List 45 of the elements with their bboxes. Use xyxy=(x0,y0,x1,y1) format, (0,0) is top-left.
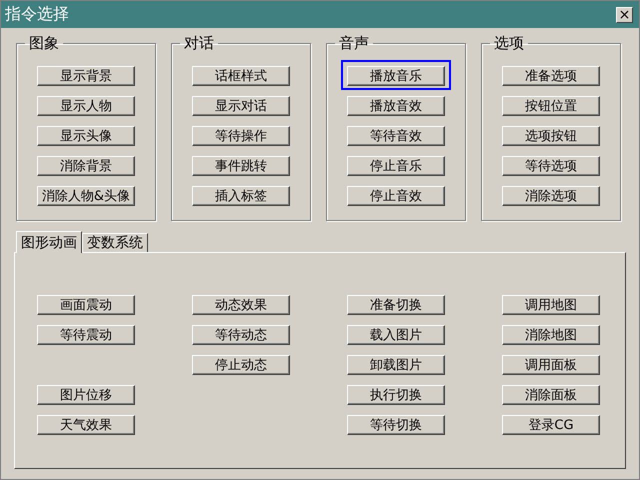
close-button[interactable]: × xyxy=(616,6,633,22)
command-button[interactable]: 显示头像 xyxy=(37,126,135,146)
command-button[interactable]: 等待选项 xyxy=(502,156,600,176)
command-button[interactable]: 图片位移 xyxy=(37,385,135,405)
command-button[interactable]: 画面震动 xyxy=(37,295,135,315)
command-button[interactable]: 播放音乐 xyxy=(347,66,445,86)
command-button[interactable]: 按钮位置 xyxy=(502,96,600,116)
command-button[interactable]: 消除面板 xyxy=(502,385,600,405)
command-button[interactable]: 载入图片 xyxy=(347,325,445,345)
command-button[interactable]: 等待操作 xyxy=(192,126,290,146)
command-button[interactable]: 停止音乐 xyxy=(347,156,445,176)
command-button[interactable]: 等待动态 xyxy=(192,325,290,345)
command-button[interactable]: 插入标签 xyxy=(192,186,290,206)
command-button[interactable]: 登录CG xyxy=(502,415,600,435)
group-title: 图象 xyxy=(28,34,60,53)
command-button[interactable]: 等待震动 xyxy=(37,325,135,345)
command-button[interactable]: 显示背景 xyxy=(37,66,135,86)
command-button[interactable]: 天气效果 xyxy=(37,415,135,435)
command-button[interactable]: 准备选项 xyxy=(502,66,600,86)
group-title: 对话 xyxy=(183,34,215,53)
tab[interactable]: 变数系统 xyxy=(82,233,148,252)
command-button[interactable]: 调用面板 xyxy=(502,355,600,375)
command-button[interactable]: 停止动态 xyxy=(192,355,290,375)
command-button[interactable]: 停止音效 xyxy=(347,186,445,206)
command-button[interactable]: 显示对话 xyxy=(192,96,290,116)
tab[interactable]: 图形动画 xyxy=(16,231,82,253)
command-button[interactable]: 播放音效 xyxy=(347,96,445,116)
command-button[interactable]: 动态效果 xyxy=(192,295,290,315)
command-button[interactable]: 执行切换 xyxy=(347,385,445,405)
command-button[interactable]: 调用地图 xyxy=(502,295,600,315)
group-title: 音声 xyxy=(338,34,370,53)
command-button[interactable]: 话框样式 xyxy=(192,66,290,86)
command-button[interactable]: 等待音效 xyxy=(347,126,445,146)
command-button[interactable]: 消除选项 xyxy=(502,186,600,206)
command-button[interactable]: 消除地图 xyxy=(502,325,600,345)
window-title: 指令选择 xyxy=(5,4,69,25)
command-button[interactable]: 消除人物&头像 xyxy=(37,186,135,206)
command-button[interactable]: 选项按钮 xyxy=(502,126,600,146)
command-button[interactable]: 事件跳转 xyxy=(192,156,290,176)
command-button[interactable]: 准备切换 xyxy=(347,295,445,315)
command-button[interactable]: 显示人物 xyxy=(37,96,135,116)
command-button[interactable]: 等待切换 xyxy=(347,415,445,435)
command-button[interactable]: 卸载图片 xyxy=(347,355,445,375)
command-button[interactable]: 消除背景 xyxy=(37,156,135,176)
group-title: 选项 xyxy=(493,34,525,53)
